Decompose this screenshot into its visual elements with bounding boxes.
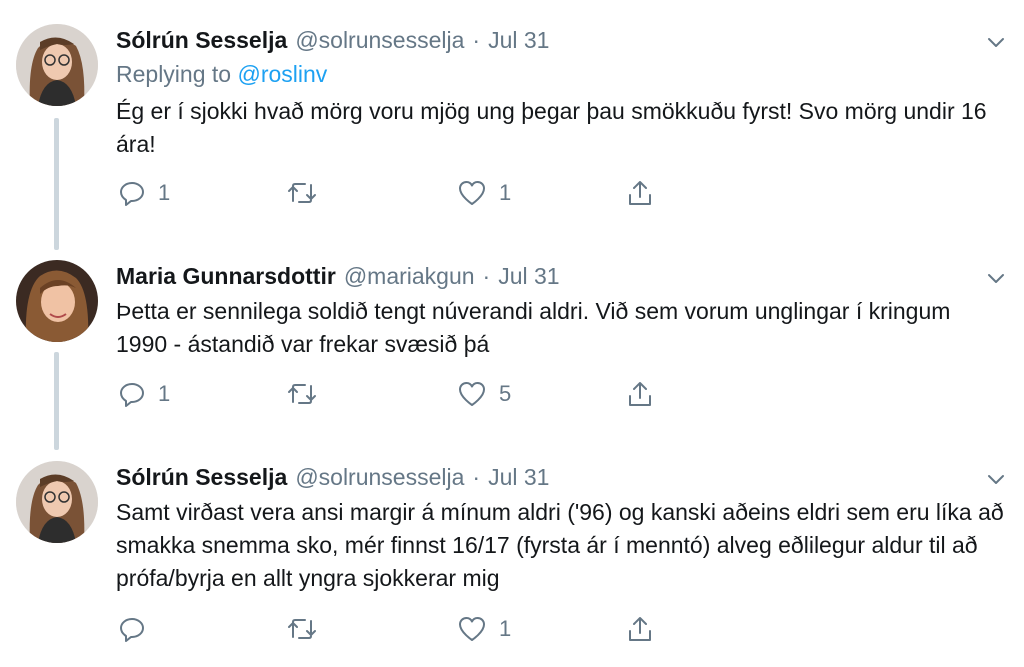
share-icon	[626, 615, 654, 643]
retweet-button[interactable]	[286, 613, 330, 645]
avatar[interactable]	[16, 24, 98, 106]
retweet-icon	[286, 179, 318, 207]
tweet-header: Sólrún Sesselja @solrunsesselja · Jul 31	[116, 457, 549, 497]
tweet-text: Þetta er sennilega soldið tengt núverand…	[116, 298, 951, 357]
like-count: 1	[499, 180, 512, 205]
tweet-date[interactable]: Jul 31	[488, 464, 549, 491]
share-button[interactable]	[626, 613, 654, 645]
tweet-actions: 1	[116, 613, 676, 645]
reply-button[interactable]	[118, 613, 158, 645]
replying-mention[interactable]: @roslinv	[237, 61, 327, 87]
chevron-down-icon[interactable]	[984, 266, 1008, 290]
share-button[interactable]	[626, 378, 654, 410]
reply-button[interactable]: 1	[118, 378, 170, 410]
retweet-button[interactable]	[286, 378, 330, 410]
separator: ·	[482, 262, 491, 289]
chevron-down-icon[interactable]	[984, 30, 1008, 54]
avatar[interactable]	[16, 461, 98, 543]
share-icon	[626, 179, 654, 207]
like-count: 1	[499, 616, 512, 641]
reply-icon	[118, 179, 146, 207]
display-name[interactable]: Sólrún Sesselja	[116, 27, 287, 54]
like-button[interactable]: 5	[457, 378, 511, 410]
chevron-down-icon[interactable]	[984, 467, 1008, 491]
share-button[interactable]	[626, 177, 654, 209]
display-name[interactable]: Maria Gunnarsdottir	[116, 263, 336, 290]
replying-prefix: Replying to	[116, 61, 232, 87]
share-icon	[626, 380, 654, 408]
separator: ·	[472, 463, 481, 490]
user-handle[interactable]: @solrunsesselja	[295, 464, 464, 491]
reply-icon	[118, 380, 146, 408]
retweet-button[interactable]	[286, 177, 330, 209]
separator: ·	[472, 26, 481, 53]
reply-button[interactable]: 1	[118, 177, 170, 209]
replying-to: Replying to @roslinv	[116, 61, 327, 88]
like-count: 5	[499, 381, 512, 406]
tweet-header: Sólrún Sesselja @solrunsesselja · Jul 31	[116, 20, 549, 60]
tweet-date[interactable]: Jul 31	[498, 263, 559, 290]
tweet-date[interactable]: Jul 31	[488, 27, 549, 54]
heart-icon	[457, 380, 487, 408]
tweet-actions: 1 1	[116, 177, 676, 209]
display-name[interactable]: Sólrún Sesselja	[116, 464, 287, 491]
tweet-header: Maria Gunnarsdottir @mariakgun · Jul 31	[116, 256, 560, 296]
tweet[interactable]: Sólrún Sesselja @solrunsesselja · Jul 31…	[0, 20, 1024, 220]
avatar[interactable]	[16, 260, 98, 342]
reply-count: 1	[158, 381, 171, 406]
retweet-icon	[286, 380, 318, 408]
retweet-icon	[286, 615, 318, 643]
tweet-actions: 1 5	[116, 378, 676, 410]
reply-icon	[118, 615, 146, 643]
tweet[interactable]: Sólrún Sesselja @solrunsesselja · Jul 31…	[0, 457, 1024, 662]
user-handle[interactable]: @mariakgun	[344, 263, 475, 290]
tweet[interactable]: Maria Gunnarsdottir @mariakgun · Jul 31 …	[0, 256, 1024, 431]
heart-icon	[457, 615, 487, 643]
tweet-text: Samt virðast vera ansi margir á mínum al…	[116, 499, 1004, 591]
like-button[interactable]: 1	[457, 177, 511, 209]
user-handle[interactable]: @solrunsesselja	[295, 27, 464, 54]
reply-count: 1	[158, 180, 171, 205]
tweet-text: Ég er í sjokki hvað mörg voru mjög ung þ…	[116, 98, 987, 157]
heart-icon	[457, 179, 487, 207]
like-button[interactable]: 1	[457, 613, 511, 645]
